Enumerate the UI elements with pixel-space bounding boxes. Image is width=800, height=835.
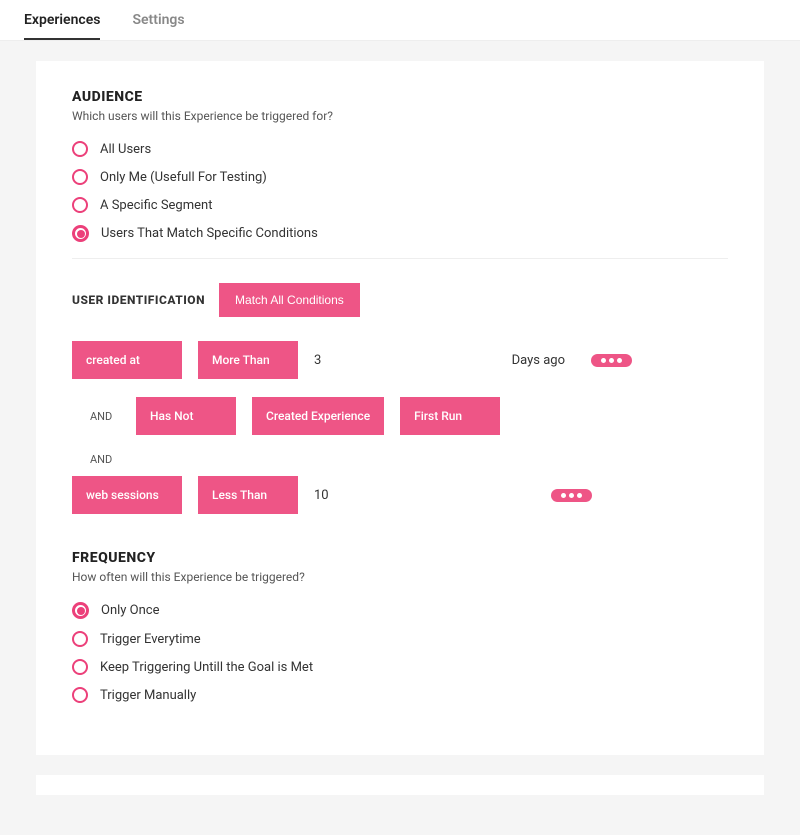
radio-icon — [72, 659, 88, 675]
audience-option-only-me[interactable]: Only Me (Usefull For Testing) — [72, 169, 728, 185]
condition-value-select[interactable]: First Run — [400, 397, 500, 435]
condition-row-1: created at More Than 3 Days ago — [72, 341, 632, 379]
audience-option-segment[interactable]: A Specific Segment — [72, 197, 728, 213]
radio-icon — [72, 141, 88, 157]
radio-label: Trigger Everytime — [100, 632, 201, 647]
radio-icon — [72, 169, 88, 185]
radio-icon — [72, 225, 89, 242]
settings-card: AUDIENCE Which users will this Experienc… — [36, 61, 764, 755]
page-body: AUDIENCE Which users will this Experienc… — [0, 41, 800, 835]
more-options-button[interactable] — [591, 354, 632, 367]
condition-operator-select[interactable]: Less Than — [198, 476, 298, 514]
frequency-option-everytime[interactable]: Trigger Everytime — [72, 631, 728, 647]
frequency-option-goal[interactable]: Keep Triggering Untill the Goal is Met — [72, 659, 728, 675]
tab-experiences[interactable]: Experiences — [24, 12, 100, 40]
more-options-button[interactable] — [551, 489, 592, 502]
and-label: AND — [90, 453, 120, 466]
radio-icon — [72, 602, 89, 619]
condition-row-2: AND Has Not Created Experience First Run — [72, 397, 728, 435]
condition-value[interactable]: 10 — [314, 488, 344, 503]
radio-icon — [72, 687, 88, 703]
radio-label: A Specific Segment — [100, 198, 212, 213]
frequency-subtitle: How often will this Experience be trigge… — [72, 570, 728, 584]
condition-operator-select[interactable]: More Than — [198, 341, 298, 379]
audience-option-conditions[interactable]: Users That Match Specific Conditions — [72, 225, 728, 242]
condition-value[interactable]: 3 — [314, 353, 344, 368]
condition-field-select[interactable]: created at — [72, 341, 182, 379]
frequency-option-manual[interactable]: Trigger Manually — [72, 687, 728, 703]
divider — [72, 258, 728, 259]
condition-row-3: web sessions Less Than 10 — [72, 476, 592, 514]
and-row: AND — [72, 453, 728, 466]
condition-suffix: Days ago — [512, 353, 565, 368]
frequency-option-once[interactable]: Only Once — [72, 602, 728, 619]
radio-label: Only Me (Usefull For Testing) — [100, 170, 267, 185]
radio-icon — [72, 197, 88, 213]
radio-label: Only Once — [101, 603, 159, 618]
radio-label: Users That Match Specific Conditions — [101, 226, 318, 241]
radio-label: Keep Triggering Untill the Goal is Met — [100, 660, 313, 675]
next-card-peek — [36, 775, 764, 795]
frequency-section: FREQUENCY How often will this Experience… — [72, 550, 728, 703]
audience-option-all[interactable]: All Users — [72, 141, 728, 157]
radio-label: Trigger Manually — [100, 688, 196, 703]
user-id-title: USER IDENTIFICATION — [72, 293, 205, 307]
user-id-header-row: USER IDENTIFICATION Match All Conditions — [72, 283, 728, 317]
audience-title: AUDIENCE — [72, 89, 728, 105]
tab-bar: Experiences Settings — [0, 0, 800, 41]
and-label: AND — [90, 410, 120, 423]
condition-object-select[interactable]: Created Experience — [252, 397, 384, 435]
radio-label: All Users — [100, 142, 151, 157]
match-conditions-button[interactable]: Match All Conditions — [219, 283, 360, 317]
condition-field-select[interactable]: web sessions — [72, 476, 182, 514]
tab-settings[interactable]: Settings — [132, 12, 184, 40]
condition-operator-select[interactable]: Has Not — [136, 397, 236, 435]
frequency-title: FREQUENCY — [72, 550, 728, 566]
radio-icon — [72, 631, 88, 647]
audience-subtitle: Which users will this Experience be trig… — [72, 109, 728, 123]
